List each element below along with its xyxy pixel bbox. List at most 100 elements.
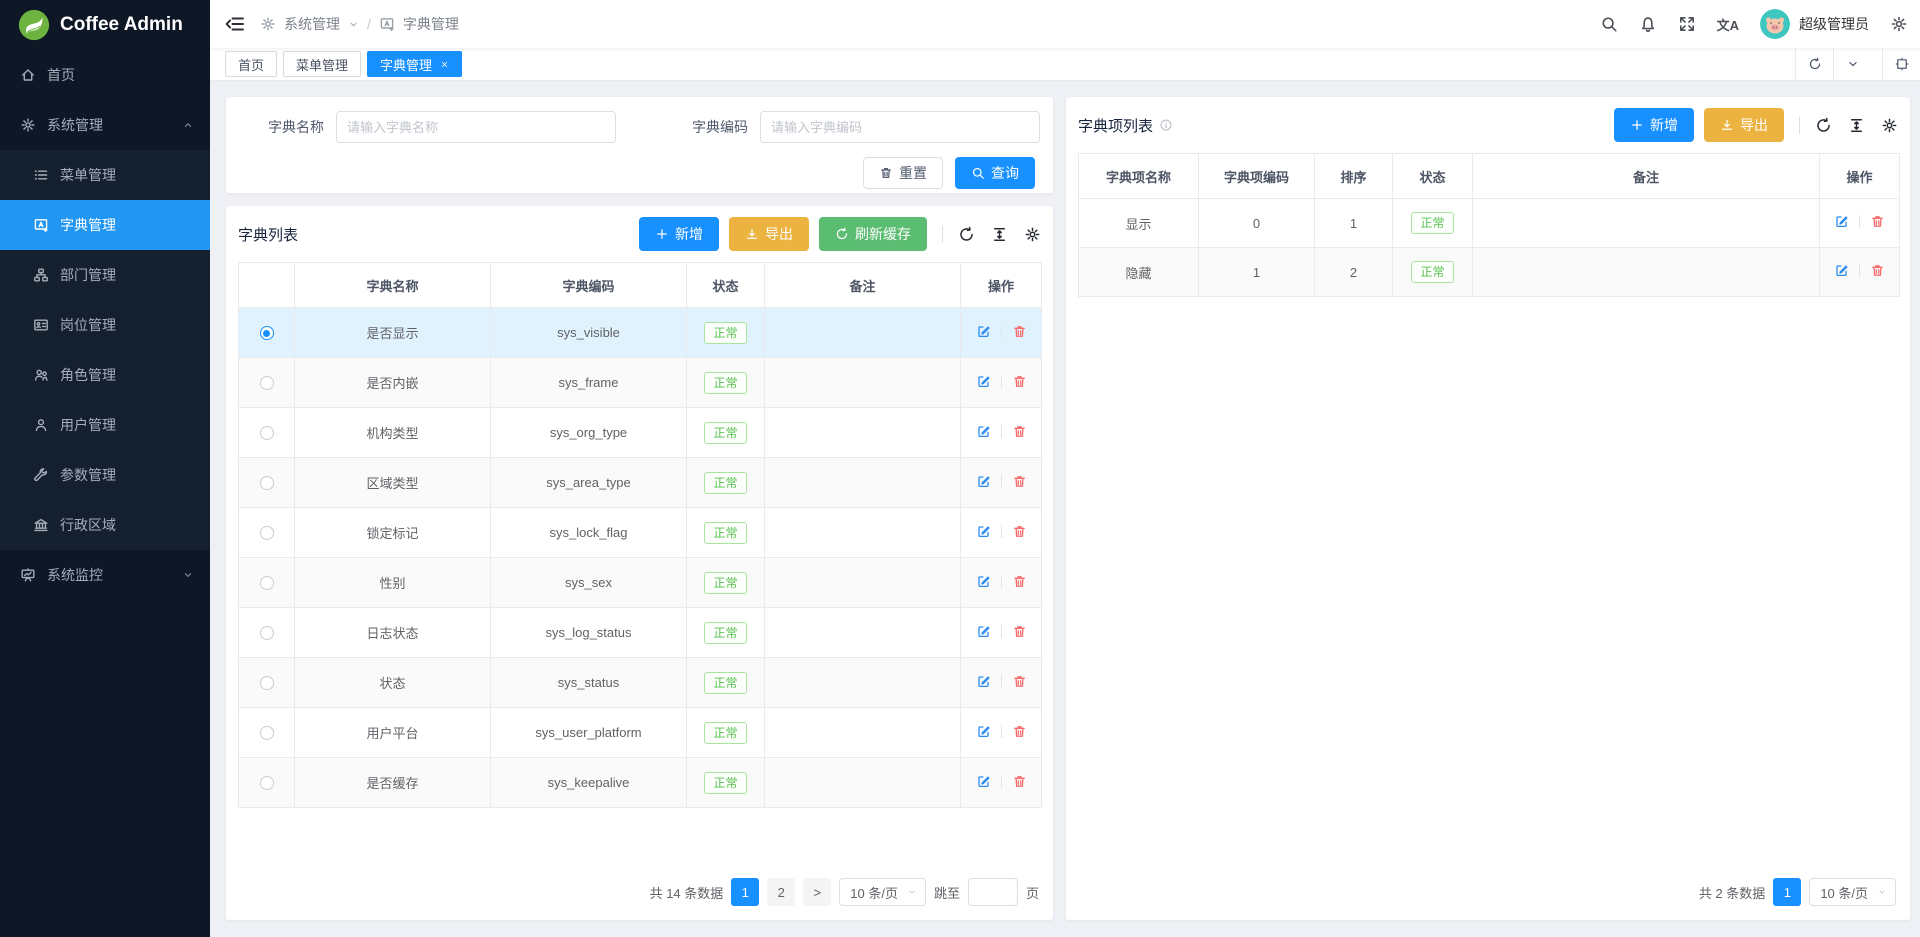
fullscreen-icon[interactable]: [1678, 15, 1696, 33]
row-radio[interactable]: [260, 676, 274, 690]
item-export-button[interactable]: 导出: [1704, 108, 1784, 142]
sidebar-item-dept[interactable]: 部门管理: [0, 250, 210, 300]
row-radio[interactable]: [260, 326, 274, 340]
row-radio[interactable]: [260, 476, 274, 490]
settings-gear-icon[interactable]: [1890, 15, 1908, 33]
sidebar-item-home[interactable]: 首页: [0, 50, 210, 100]
delete-icon[interactable]: [1012, 774, 1027, 789]
sidebar-item-system[interactable]: 系统管理: [0, 100, 210, 150]
tabbar-maximize-button[interactable]: [1882, 48, 1920, 80]
search-icon[interactable]: [1600, 15, 1618, 33]
page-size-select[interactable]: 10 条/页: [1809, 878, 1896, 906]
edit-icon[interactable]: [976, 324, 991, 339]
sidebar-item-area[interactable]: 行政区域: [0, 500, 210, 550]
page-button-1[interactable]: 1: [731, 878, 759, 906]
tabbar-refresh-button[interactable]: [1795, 48, 1833, 80]
sidebar-item-monitor[interactable]: 系统监控: [0, 550, 210, 600]
jump-page-input[interactable]: [968, 878, 1018, 906]
edit-icon[interactable]: [976, 674, 991, 689]
edit-icon[interactable]: [976, 574, 991, 589]
table-row[interactable]: 机构类型sys_org_type正常: [239, 408, 1042, 458]
user-menu[interactable]: 超级管理员: [1760, 9, 1869, 39]
search-button[interactable]: 查询: [955, 157, 1035, 189]
sidebar-item-role[interactable]: 角色管理: [0, 350, 210, 400]
table-row[interactable]: 显示01正常: [1079, 199, 1900, 248]
table-row[interactable]: 是否显示sys_visible正常: [239, 308, 1042, 358]
dict-name-input[interactable]: [336, 111, 616, 143]
refresh-icon[interactable]: [1815, 117, 1832, 134]
edit-icon[interactable]: [976, 424, 991, 439]
delete-icon[interactable]: [1870, 263, 1885, 278]
sidebar-item-param[interactable]: 参数管理: [0, 450, 210, 500]
edit-icon[interactable]: [976, 474, 991, 489]
column-height-icon[interactable]: [991, 226, 1008, 243]
table-row[interactable]: 是否内嵌sys_frame正常: [239, 358, 1042, 408]
tabbar-chevron-down-button[interactable]: [1833, 48, 1871, 80]
delete-icon[interactable]: [1012, 524, 1027, 539]
sidebar-item-user[interactable]: 用户管理: [0, 400, 210, 450]
row-radio[interactable]: [260, 376, 274, 390]
edit-icon[interactable]: [976, 724, 991, 739]
sidebar-item-menu[interactable]: 菜单管理: [0, 150, 210, 200]
delete-icon[interactable]: [1012, 474, 1027, 489]
search-form-card: 字典名称 字典编码 重置: [226, 97, 1053, 193]
delete-icon[interactable]: [1012, 424, 1027, 439]
sidebar-item-post[interactable]: 岗位管理: [0, 300, 210, 350]
gear-icon[interactable]: [1024, 226, 1041, 243]
table-row[interactable]: 日志状态sys_log_status正常: [239, 608, 1042, 658]
table-row[interactable]: 隐藏12正常: [1079, 248, 1900, 297]
row-radio[interactable]: [260, 576, 274, 590]
tab-字典管理[interactable]: 字典管理: [367, 51, 462, 77]
edit-icon[interactable]: [976, 524, 991, 539]
gear-icon: [20, 117, 36, 133]
row-radio[interactable]: [260, 726, 274, 740]
row-radio[interactable]: [260, 426, 274, 440]
tab-菜单管理[interactable]: 菜单管理: [283, 51, 361, 77]
bell-icon[interactable]: [1639, 15, 1657, 33]
sidebar-item-dict[interactable]: 字典管理: [0, 200, 210, 250]
row-radio[interactable]: [260, 526, 274, 540]
table-row[interactable]: 状态sys_status正常: [239, 658, 1042, 708]
edit-icon[interactable]: [1834, 214, 1849, 229]
edit-icon[interactable]: [1834, 263, 1849, 278]
tab-首页[interactable]: 首页: [225, 51, 277, 77]
column-height-icon[interactable]: [1848, 117, 1865, 134]
delete-icon[interactable]: [1012, 674, 1027, 689]
edit-icon[interactable]: [976, 774, 991, 789]
edit-icon[interactable]: [976, 374, 991, 389]
table-row[interactable]: 区域类型sys_area_type正常: [239, 458, 1042, 508]
next-page-button[interactable]: >: [803, 878, 831, 906]
breadcrumb-root[interactable]: 系统管理: [284, 14, 340, 34]
avatar[interactable]: [1760, 9, 1790, 39]
gear-icon[interactable]: [1881, 117, 1898, 134]
delete-icon[interactable]: [1012, 374, 1027, 389]
delete-icon[interactable]: [1012, 724, 1027, 739]
dict-add-button[interactable]: 新增: [639, 217, 719, 251]
row-radio[interactable]: [260, 776, 274, 790]
sidebar-collapse-icon[interactable]: [224, 13, 246, 35]
page-button-2[interactable]: 2: [767, 878, 795, 906]
page-size-select[interactable]: 10 条/页: [839, 878, 926, 906]
divider: [1001, 625, 1002, 638]
row-radio[interactable]: [260, 626, 274, 640]
item-add-button[interactable]: 新增: [1614, 108, 1694, 142]
remark-cell: [765, 308, 961, 358]
delete-icon[interactable]: [1012, 324, 1027, 339]
edit-icon[interactable]: [976, 624, 991, 639]
table-row[interactable]: 锁定标记sys_lock_flag正常: [239, 508, 1042, 558]
app-logo[interactable]: Coffee Admin: [0, 0, 210, 50]
table-row[interactable]: 是否缓存sys_keepalive正常: [239, 758, 1042, 808]
dict-code-input[interactable]: [760, 111, 1040, 143]
delete-icon[interactable]: [1870, 214, 1885, 229]
translate-icon[interactable]: 文A: [1717, 15, 1739, 34]
reset-button[interactable]: 重置: [863, 157, 943, 189]
refresh-icon[interactable]: [958, 226, 975, 243]
page-button-1[interactable]: 1: [1773, 878, 1801, 906]
table-row[interactable]: 性别sys_sex正常: [239, 558, 1042, 608]
dict-export-button[interactable]: 导出: [729, 217, 809, 251]
delete-icon[interactable]: [1012, 574, 1027, 589]
refresh-cache-button[interactable]: 刷新缓存: [819, 217, 927, 251]
table-row[interactable]: 用户平台sys_user_platform正常: [239, 708, 1042, 758]
close-icon[interactable]: [440, 60, 449, 69]
delete-icon[interactable]: [1012, 624, 1027, 639]
